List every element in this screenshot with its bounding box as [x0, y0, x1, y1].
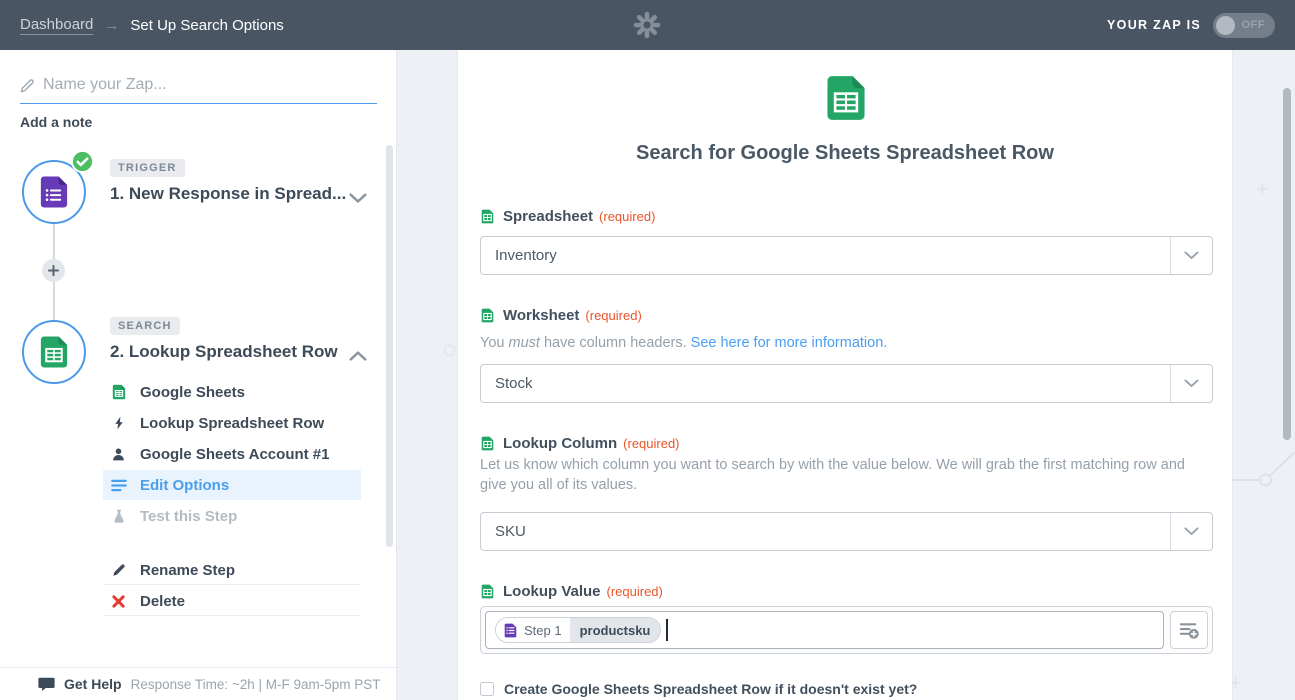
card-title: Search for Google Sheets Spreadsheet Row [458, 142, 1232, 165]
person-icon [110, 446, 127, 463]
menu-item-lookup-spreadsheet-row[interactable]: Lookup Spreadsheet Row [103, 408, 361, 438]
zap-status: YOUR ZAP IS OFF [1107, 0, 1275, 50]
google-sheets-icon [480, 584, 495, 599]
flask-icon [110, 508, 127, 525]
circle-decoration [443, 344, 456, 357]
search-options-card: Search for Google Sheets Spreadsheet Row… [458, 50, 1232, 700]
required-marker: (required) [599, 209, 655, 224]
create-row-checkbox-label: Create Google Sheets Spreadsheet Row if … [504, 681, 917, 697]
lookup-column-select[interactable]: SKU [480, 512, 1213, 551]
page-title: Set Up Search Options [130, 17, 283, 34]
token-field-name: productsku [570, 618, 661, 642]
response-time-text: Response Time: ~2h | M-F 9am-5pm PST [131, 677, 381, 692]
step2-type-badge: SEARCH [110, 317, 180, 335]
check-badge-icon [71, 150, 94, 173]
toggle-knob[interactable] [1216, 16, 1235, 35]
worksheet-select-value: Stock [481, 375, 1170, 392]
node-line-decoration [1227, 445, 1295, 490]
top-bar: Dashboard → Set Up Search Options YOUR Z… [0, 0, 1295, 50]
menu-item-google-sheets[interactable]: Google Sheets [103, 377, 361, 407]
google-forms-icon [503, 623, 518, 638]
create-row-option: Create Google Sheets Spreadsheet Row if … [480, 681, 917, 697]
zap-name-input[interactable] [43, 76, 377, 94]
google-sheets-icon [480, 308, 495, 323]
mapped-field-token[interactable]: Step 1 productsku [495, 617, 661, 643]
step1-type-badge: TRIGGER [110, 159, 185, 177]
zapier-logo-icon [633, 11, 661, 39]
step2-title[interactable]: 2. Lookup Spreadsheet Row [110, 342, 348, 362]
required-marker: (required) [585, 308, 641, 323]
zap-on-off-toggle[interactable]: OFF [1213, 13, 1275, 38]
menu-item-edit-options[interactable]: Edit Options [103, 470, 361, 500]
chevron-down-icon[interactable] [1170, 237, 1212, 274]
delete-x-icon [110, 593, 127, 610]
spreadsheet-select[interactable]: Inventory [480, 236, 1213, 275]
bolt-icon [110, 415, 127, 432]
chevron-down-icon[interactable] [1170, 365, 1212, 402]
zap-status-label: YOUR ZAP IS [1107, 18, 1201, 32]
field-label-lookup-column: Lookup Column (required) [480, 435, 680, 452]
token-step-label: Step 1 [524, 623, 562, 638]
toggle-off-label: OFF [1242, 19, 1266, 31]
menu-item-google-sheets-account[interactable]: Google Sheets Account #1 [103, 439, 361, 469]
get-help-link[interactable]: Get Help [64, 676, 122, 692]
sidebar-scrollbar[interactable] [386, 145, 393, 547]
google-sheets-icon [822, 74, 870, 122]
step1-title[interactable]: 1. New Response in Spread... [110, 184, 348, 204]
sidebar: Add a note TRIGGER 1. New Response in Sp… [0, 50, 397, 700]
menu-divider [103, 584, 361, 585]
insert-field-icon [1179, 620, 1200, 641]
plus-decoration: + [1256, 176, 1269, 202]
menu-divider [103, 615, 361, 616]
field-label-spreadsheet: Spreadsheet (required) [480, 208, 655, 225]
more-information-link[interactable]: See here for more information. [691, 335, 888, 351]
google-sheets-icon [110, 384, 127, 401]
edit-options-icon [110, 477, 127, 494]
lookup-value-field: Step 1 productsku [480, 606, 1213, 654]
text-cursor [666, 619, 668, 641]
page-scrollbar[interactable] [1283, 88, 1291, 440]
breadcrumb-arrow: → [104, 17, 119, 34]
breadcrumb-dashboard-link[interactable]: Dashboard [20, 16, 93, 35]
create-row-checkbox[interactable] [480, 682, 494, 696]
field-label-worksheet: Worksheet (required) [480, 307, 642, 324]
field-label-lookup-value: Lookup Value (required) [480, 583, 663, 600]
google-sheets-icon [37, 335, 71, 369]
editor-canvas: + + Search for Google Sheets Spreadsheet… [397, 50, 1295, 700]
lookup-column-select-value: SKU [481, 523, 1170, 540]
zap-name-row [20, 76, 377, 104]
spreadsheet-select-value: Inventory [481, 247, 1170, 264]
menu-item-delete[interactable]: Delete [103, 586, 361, 616]
sidebar-footer: Get Help Response Time: ~2h | M-F 9am-5p… [0, 667, 396, 700]
insert-field-button[interactable] [1170, 611, 1208, 649]
chat-bubble-icon [38, 677, 55, 692]
worksheet-select[interactable]: Stock [480, 364, 1213, 403]
chevron-down-icon[interactable] [349, 190, 367, 208]
lookup-column-description: Let us know which column you want to sea… [480, 455, 1213, 495]
chevron-up-icon[interactable] [349, 348, 367, 366]
google-sheets-icon [480, 436, 495, 451]
pencil-icon [20, 78, 35, 93]
worksheet-help-text: You must have column headers. See here f… [480, 333, 1213, 353]
pencil-icon [110, 562, 127, 579]
add-note-link[interactable]: Add a note [20, 114, 92, 130]
add-step-button[interactable] [42, 259, 65, 282]
required-marker: (required) [623, 436, 679, 451]
step2-app-icon[interactable] [22, 320, 86, 384]
menu-item-test-this-step[interactable]: Test this Step [103, 501, 361, 531]
menu-item-rename-step[interactable]: Rename Step [103, 555, 361, 585]
google-forms-icon [37, 175, 71, 209]
required-marker: (required) [607, 584, 663, 599]
google-sheets-icon [480, 209, 495, 224]
chevron-down-icon[interactable] [1170, 513, 1212, 550]
lookup-value-input[interactable]: Step 1 productsku [485, 611, 1164, 649]
